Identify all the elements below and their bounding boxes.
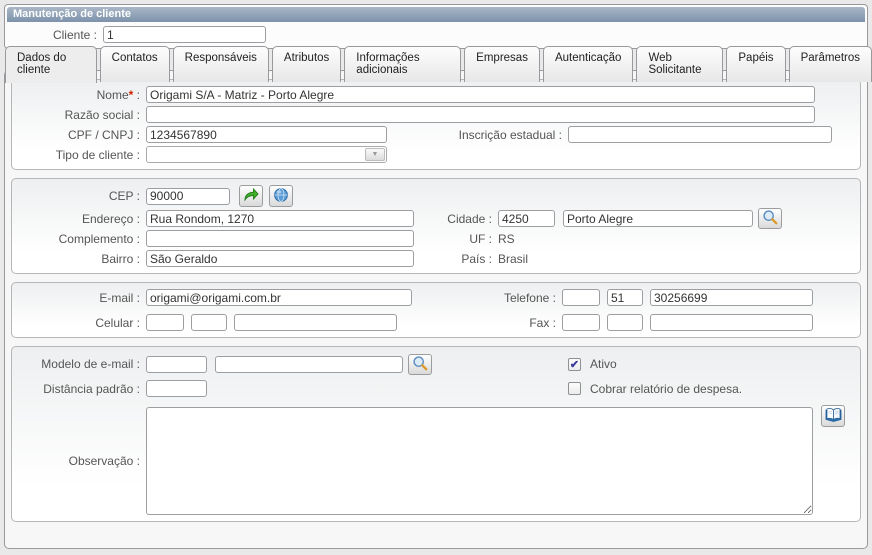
cobrar-relatorio-label: Cobrar relatório de despesa. [590,382,742,396]
cep-input[interactable] [146,188,230,205]
endereco-input[interactable] [146,210,414,227]
razao-social-label: Razão social : [20,108,140,122]
client-id-input[interactable] [103,26,266,43]
celular-label: Celular : [20,316,140,330]
cep-web-button[interactable] [269,185,293,207]
ativo-label: Ativo [590,357,617,371]
cobrar-relatorio-checkbox[interactable] [568,382,581,395]
tab-autenticacao[interactable]: Autenticação [543,46,634,82]
fax-label: Fax : [418,316,556,330]
identification-group: Nome* : Razão social : CPF / CNPJ : Insc… [11,79,861,170]
tab-empresas[interactable]: Empresas [464,46,540,82]
complemento-label: Complemento : [20,232,140,246]
chevron-down-icon: ▼ [365,148,385,161]
fax-ddd-input[interactable] [607,314,643,331]
cpf-cnpj-label: CPF / CNPJ : [20,128,140,142]
telefone-ddi-input[interactable] [562,289,600,306]
tab-parametros[interactable]: Parâmetros [789,46,872,82]
fax-ddi-input[interactable] [562,314,600,331]
inscricao-estadual-label: Inscrição estadual : [452,128,562,142]
tab-web-solicitante[interactable]: Web Solicitante [636,46,723,82]
modelo-email-code-input[interactable] [146,356,207,373]
uf-label: UF : [418,232,492,246]
telefone-numero-input[interactable] [650,289,813,306]
celular-ddd-input[interactable] [191,314,227,331]
telefone-label: Telefone : [418,291,556,305]
tipo-de-cliente-select[interactable]: ▼ [146,146,387,163]
tab-responsaveis[interactable]: Responsáveis [173,46,269,82]
bairro-input[interactable] [146,250,414,267]
nome-input[interactable] [146,86,815,103]
inscricao-estadual-input[interactable] [568,126,832,143]
pais-label: País : [418,252,492,266]
fax-numero-input[interactable] [650,314,813,331]
green-arrow-icon [243,187,259,206]
modelo-email-search-button[interactable] [408,354,432,375]
tab-papeis[interactable]: Papéis [726,46,785,82]
ativo-checkbox[interactable]: ✔ [568,358,581,371]
cidade-search-button[interactable] [758,208,782,229]
cidade-code-input[interactable] [498,210,555,227]
celular-numero-input[interactable] [234,314,397,331]
observacao-label: Observação : [20,454,140,468]
telefone-ddd-input[interactable] [607,289,643,306]
uf-value: RS [498,232,515,246]
nome-label: Nome* : [20,88,140,102]
modelo-de-email-label: Modelo de e-mail : [20,357,140,371]
tab-contatos[interactable]: Contatos [100,46,170,82]
window-header-box: Manutenção de cliente Cliente : [4,4,868,49]
client-id-label: Cliente : [7,28,97,42]
cidade-name-input[interactable] [563,210,753,227]
modelo-email-name-input[interactable] [215,356,403,373]
search-icon [762,209,778,228]
email-label: E-mail : [20,291,140,305]
tab-atributos[interactable]: Atributos [272,46,341,82]
endereco-label: Endereço : [20,212,140,226]
cpf-cnpj-input[interactable] [146,126,387,143]
settings-group: Modelo de e-mail : ✔ Ativo Distância pad… [11,346,861,522]
pais-value: Brasil [498,252,528,266]
razao-social-input[interactable] [146,106,815,123]
window-title: Manutenção de cliente [7,7,865,22]
distancia-padrao-label: Distância padrão : [20,382,140,396]
address-group: CEP : Endereço : [11,178,861,274]
search-icon [412,355,428,374]
tab-informacoes-adicionais[interactable]: Informações adicionais [344,46,461,82]
globe-icon [273,187,289,206]
cep-lookup-button[interactable] [239,185,263,207]
bairro-label: Bairro : [20,252,140,266]
complemento-input[interactable] [146,230,414,247]
contact-group: E-mail : Telefone : Celular : Fax : [11,282,861,338]
cidade-label: Cidade : [418,212,492,226]
tab-panel-dados-do-cliente: Nome* : Razão social : CPF / CNPJ : Insc… [4,70,868,549]
tab-dados-do-cliente[interactable]: Dados do cliente [5,46,97,83]
distancia-padrao-input[interactable] [146,380,207,397]
celular-ddi-input[interactable] [146,314,184,331]
cep-label: CEP : [20,189,140,203]
observacao-dictionary-button[interactable] [821,405,845,427]
email-input[interactable] [146,289,412,306]
tipo-de-cliente-label: Tipo de cliente : [20,148,140,162]
open-book-icon [825,407,842,425]
observacao-textarea[interactable] [146,407,813,515]
tab-bar: Dados do cliente Contatos Responsáveis A… [5,46,872,82]
